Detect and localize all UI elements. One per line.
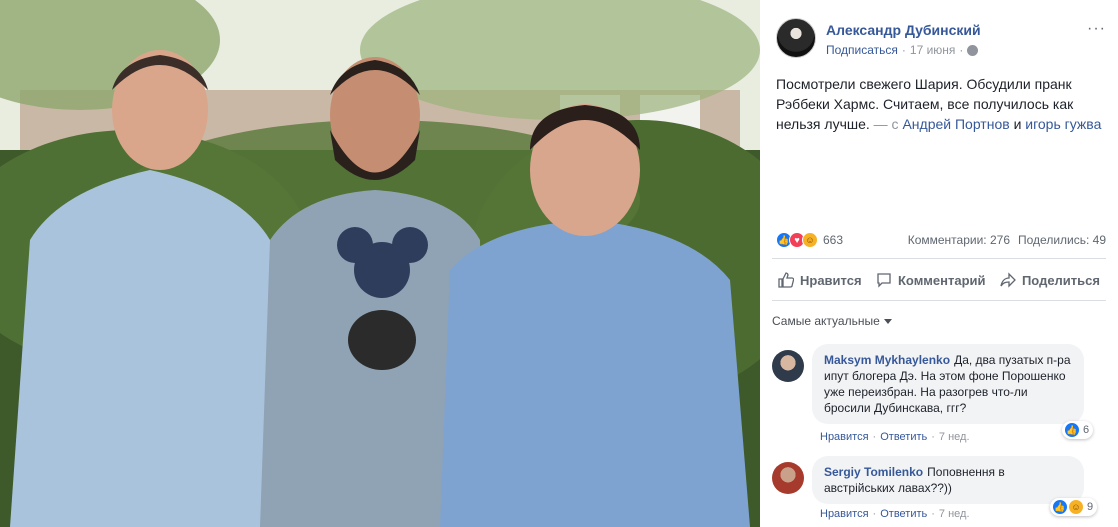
- comment-bubble: Maksym Mykhaylenko Да, два пузатых п-ра и…: [812, 344, 1084, 424]
- share-arrow-icon: [1000, 272, 1016, 288]
- comment-reply-link[interactable]: Ответить: [880, 508, 927, 520]
- separator: ·: [931, 508, 935, 520]
- post-date[interactable]: 17 июня: [910, 43, 956, 57]
- tag-and: и: [1013, 116, 1022, 132]
- author-avatar[interactable]: [776, 18, 816, 58]
- commenter-avatar[interactable]: [772, 350, 804, 382]
- haha-reaction-icon: ☺: [802, 232, 818, 248]
- tag-link-2[interactable]: игорь гужва: [1025, 116, 1101, 132]
- comment-sort-dropdown[interactable]: Самые актуальные: [772, 314, 892, 328]
- like-reaction-icon: 👍: [1052, 499, 1068, 515]
- commenter-avatar[interactable]: [772, 462, 804, 494]
- post-header: Александр Дубинский Подписаться · 17 июн…: [776, 18, 1106, 62]
- author-name[interactable]: Александр Дубинский: [826, 22, 981, 38]
- comment-time[interactable]: 7 нед.: [939, 508, 970, 520]
- comment-bubble: Sergiy Tomilenko Поповнення в австрійськи…: [812, 456, 1084, 504]
- comment-like-link[interactable]: Нравится: [820, 431, 869, 443]
- share-label: Поделиться: [1021, 272, 1100, 288]
- post-photo[interactable]: [0, 0, 760, 527]
- like-reaction-icon: 👍: [1064, 422, 1080, 438]
- comment-reaction-count: 9: [1087, 501, 1094, 513]
- tagged-with: — с: [873, 116, 899, 132]
- globe-icon[interactable]: [967, 44, 979, 56]
- comments-count[interactable]: Комментарии: 276: [908, 233, 1010, 247]
- comment-actions: Нравится · Ответить · 7 нед.: [820, 508, 970, 520]
- comment-time[interactable]: 7 нед.: [939, 431, 970, 443]
- speech-bubble-icon: [877, 273, 891, 288]
- like-label: Нравится: [800, 272, 862, 288]
- comment-like-link[interactable]: Нравится: [820, 508, 869, 520]
- post-meta: Подписаться · 17 июня ·: [826, 43, 979, 57]
- comment-reactions[interactable]: 👍 ☺ 9: [1050, 498, 1098, 516]
- meta-separator: ·: [959, 43, 964, 57]
- divider: [772, 258, 1106, 259]
- comment-reaction-count: 6: [1083, 424, 1090, 436]
- more-options-icon[interactable]: ···: [1087, 20, 1106, 38]
- meta-separator: ·: [901, 43, 906, 57]
- comment-reply-link[interactable]: Ответить: [880, 431, 927, 443]
- share-button[interactable]: Поделиться: [994, 266, 1106, 294]
- tag-link-1[interactable]: Андрей Портнов: [902, 116, 1009, 132]
- divider: [772, 300, 1106, 301]
- comment-reactions[interactable]: 👍 6: [1062, 421, 1094, 439]
- reactions-summary[interactable]: 👍 ♥ ☺ 663: [776, 232, 843, 248]
- comment-item: Maksym Mykhaylenko Да, два пузатых п-ра и…: [772, 344, 1106, 449]
- like-button[interactable]: Нравится: [772, 266, 868, 294]
- thumbs-up-icon: [778, 272, 794, 288]
- commenter-name[interactable]: Maksym Mykhaylenko: [824, 353, 950, 367]
- separator: ·: [872, 431, 877, 443]
- post-text: Посмотрели свежего Шария. Обсудили пранк…: [776, 74, 1106, 134]
- shares-count[interactable]: Поделились: 49: [1018, 233, 1106, 247]
- haha-reaction-icon: ☺: [1068, 499, 1084, 515]
- photo-scene: [0, 0, 760, 527]
- sort-label: Самые актуальные: [772, 314, 880, 328]
- comment-button[interactable]: Комментарий: [870, 266, 992, 294]
- commenter-name[interactable]: Sergiy Tomilenko: [824, 465, 923, 479]
- comment-actions: Нравится · Ответить · 7 нед.: [820, 431, 970, 443]
- comment-label: Комментарий: [897, 272, 986, 288]
- post-counts: Комментарии: 276 Поделились: 49: [908, 233, 1106, 247]
- reactions-count[interactable]: 663: [823, 233, 843, 247]
- separator: ·: [931, 431, 935, 443]
- chevron-down-icon: [883, 318, 892, 324]
- post-actions: Нравится Комментарий Поделиться: [772, 266, 1106, 294]
- separator: ·: [872, 508, 877, 520]
- post-stats: 👍 ♥ ☺ 663 Комментарии: 276 Поделились: 4…: [776, 232, 1106, 250]
- post-panel: Александр Дубинский Подписаться · 17 июн…: [760, 0, 1118, 527]
- subscribe-link[interactable]: Подписаться: [826, 43, 898, 57]
- comment-item: Sergiy Tomilenko Поповнення в австрійськи…: [772, 456, 1106, 526]
